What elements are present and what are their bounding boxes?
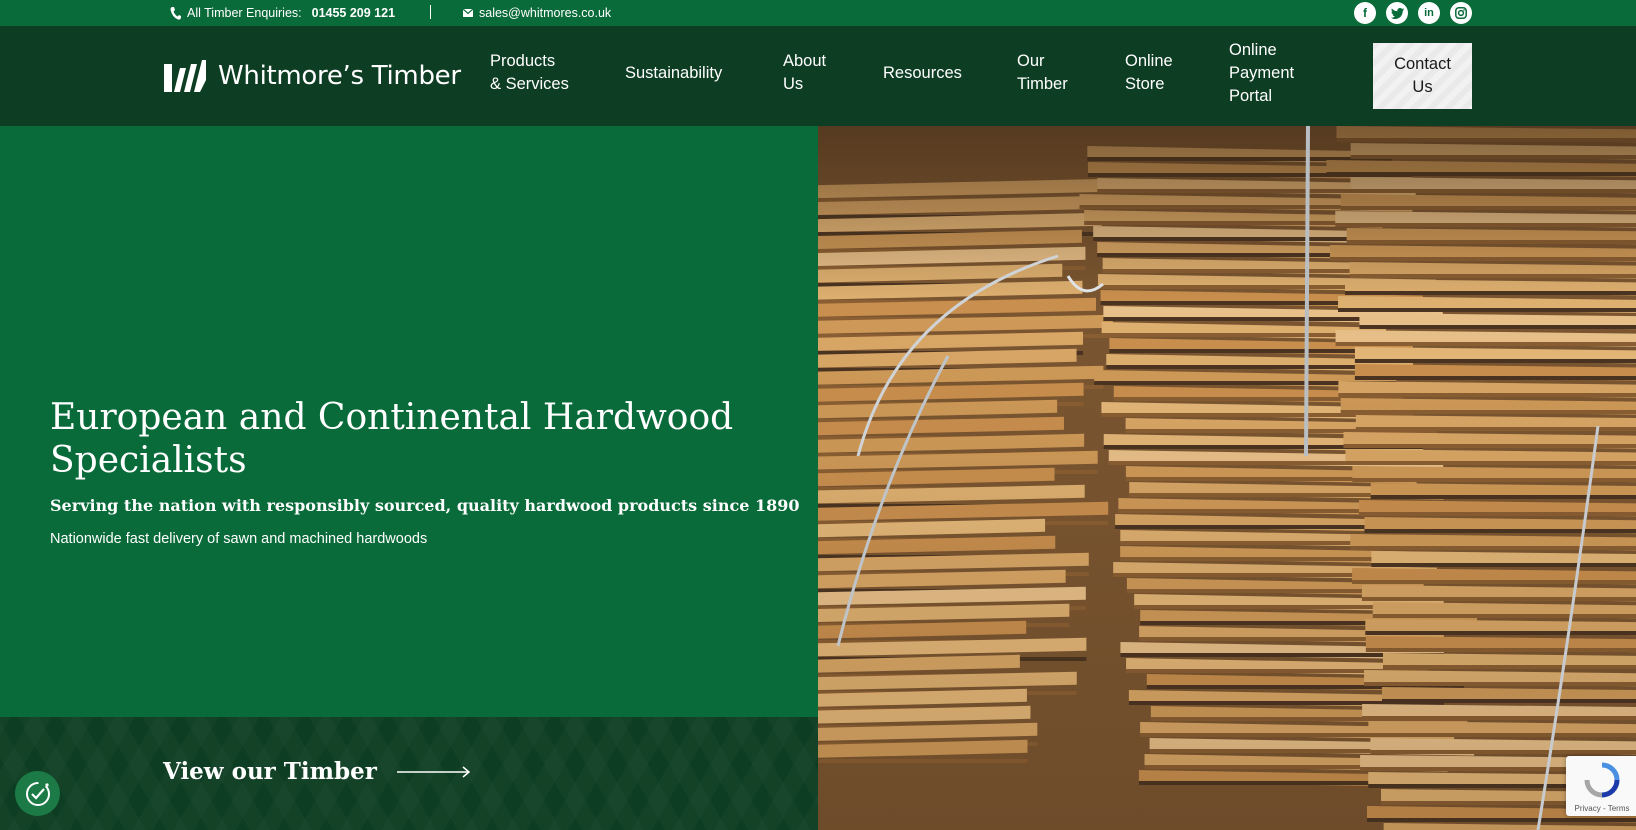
- contact-line2: Us: [1412, 78, 1433, 96]
- nav-sustainability[interactable]: Sustainability: [625, 62, 722, 85]
- recaptcha-icon: [1584, 762, 1620, 798]
- twitter-icon[interactable]: [1386, 2, 1408, 24]
- social-links: f in: [1354, 2, 1472, 24]
- cookie-settings-button[interactable]: [15, 771, 60, 816]
- whitmores-logo-icon: [164, 60, 206, 92]
- nav-online-store[interactable]: Online Store: [1125, 50, 1173, 96]
- recaptcha-text: Privacy - Terms: [1574, 804, 1630, 813]
- phone-contact[interactable]: All Timber Enquiries: 01455 209 121: [170, 6, 395, 20]
- recaptcha-badge[interactable]: Privacy - Terms: [1566, 756, 1636, 816]
- nav-payment-line3: Portal: [1229, 87, 1273, 105]
- nav-payment-line1: Online: [1229, 41, 1277, 59]
- nav-timber-line2: Timber: [1017, 75, 1068, 93]
- nav-store-line1: Online: [1125, 52, 1173, 70]
- contact-line1: Contact: [1394, 55, 1451, 73]
- view-timber-label: View our Timber: [163, 758, 377, 785]
- nav-resources[interactable]: Resources: [883, 62, 962, 85]
- main-navigation: Whitmore’s Timber Products & Services Su…: [0, 26, 1636, 126]
- facebook-icon[interactable]: f: [1354, 2, 1376, 24]
- nav-about-line2: Us: [783, 75, 804, 93]
- nav-about-line1: About: [783, 52, 827, 70]
- email-address[interactable]: sales@whitmores.co.uk: [479, 6, 611, 20]
- topbar-divider: [430, 5, 431, 19]
- nav-our-timber[interactable]: Our Timber: [1017, 50, 1068, 96]
- cookie-consent-icon: [25, 781, 50, 806]
- hero-timber-photo: [818, 126, 1636, 830]
- nav-payment-line2: Payment: [1229, 64, 1295, 82]
- phone-number[interactable]: 01455 209 121: [312, 6, 395, 20]
- hero-title: European and Continental Hardwood Specia…: [50, 397, 734, 481]
- brand-name: Whitmore’s Timber: [218, 61, 461, 91]
- nav-products-line1: Products: [490, 52, 556, 70]
- view-timber-link[interactable]: View our Timber: [163, 758, 471, 785]
- site-logo[interactable]: Whitmore’s Timber: [164, 60, 461, 92]
- phone-label: All Timber Enquiries:: [187, 6, 302, 20]
- hero-subtitle: Serving the nation with responsibly sour…: [50, 496, 800, 515]
- mail-icon: [463, 9, 473, 17]
- nav-timber-line1: Our: [1017, 52, 1045, 70]
- nav-products-services[interactable]: Products & Services: [490, 50, 569, 96]
- email-contact[interactable]: sales@whitmores.co.uk: [463, 6, 611, 20]
- instagram-icon[interactable]: [1450, 2, 1472, 24]
- top-bar: All Timber Enquiries: 01455 209 121 sale…: [0, 0, 1636, 26]
- hero-tagline: Nationwide fast delivery of sawn and mac…: [50, 531, 428, 547]
- arrow-right-icon: [396, 765, 470, 778]
- contact-us-button[interactable]: Contact Us: [1373, 43, 1472, 109]
- nav-store-line2: Store: [1125, 75, 1165, 93]
- nav-products-line2: & Services: [490, 75, 569, 93]
- phone-icon: [170, 6, 181, 20]
- nav-about-us[interactable]: About Us: [783, 50, 826, 96]
- nav-online-payment-portal[interactable]: Online Payment Portal: [1229, 39, 1294, 108]
- linkedin-icon[interactable]: in: [1418, 2, 1440, 24]
